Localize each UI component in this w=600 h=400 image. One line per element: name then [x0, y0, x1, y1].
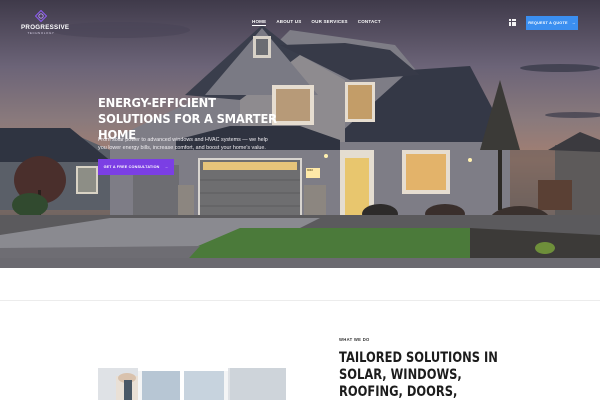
- arrow-right-icon: →: [571, 21, 576, 25]
- hero-description: From solar power to advanced windows and…: [98, 137, 268, 151]
- section-divider: [0, 300, 600, 301]
- arrow-right-icon: →: [164, 165, 169, 169]
- request-quote-label: REQUEST A QUOTE: [528, 21, 568, 25]
- grid-menu-icon[interactable]: [509, 19, 516, 26]
- section-title: TAILORED SOLUTIONS IN SOLAR, WINDOWS, RO…: [339, 350, 498, 400]
- window-install-image: [98, 368, 286, 400]
- house-number: 3003: [307, 169, 313, 172]
- main-nav: HOME ABOUT US OUR SERVICES CONTACT: [252, 19, 381, 26]
- hero-title: ENERGY-EFFICIENT SOLUTIONS FOR A SMARTER…: [98, 95, 277, 142]
- section-eyebrow: WHAT WE DO: [339, 337, 370, 342]
- nav-item-contact[interactable]: CONTACT: [358, 19, 381, 26]
- nav-item-our-services[interactable]: OUR SERVICES: [311, 19, 347, 26]
- nav-item-home[interactable]: HOME: [252, 19, 267, 26]
- request-quote-button[interactable]: REQUEST A QUOTE →: [526, 16, 578, 30]
- nav-item-about-us[interactable]: ABOUT US: [276, 19, 301, 26]
- hero-section: PROGRESSIVE TECHNOLOGY HOME ABOUT US OUR…: [0, 0, 600, 268]
- page: PROGRESSIVE TECHNOLOGY HOME ABOUT US OUR…: [0, 0, 600, 400]
- brand-tagline: TECHNOLOGY: [27, 31, 55, 35]
- free-consultation-button[interactable]: GET A FREE CONSULTATION →: [98, 159, 174, 175]
- brand-name: PROGRESSIVE: [21, 24, 70, 31]
- free-consultation-label: GET A FREE CONSULTATION: [103, 165, 160, 169]
- service-photo: [98, 368, 286, 400]
- brand-logo[interactable]: PROGRESSIVE TECHNOLOGY: [21, 10, 70, 35]
- hero-house-image: [0, 22, 600, 268]
- logo-mark-icon: [35, 10, 47, 22]
